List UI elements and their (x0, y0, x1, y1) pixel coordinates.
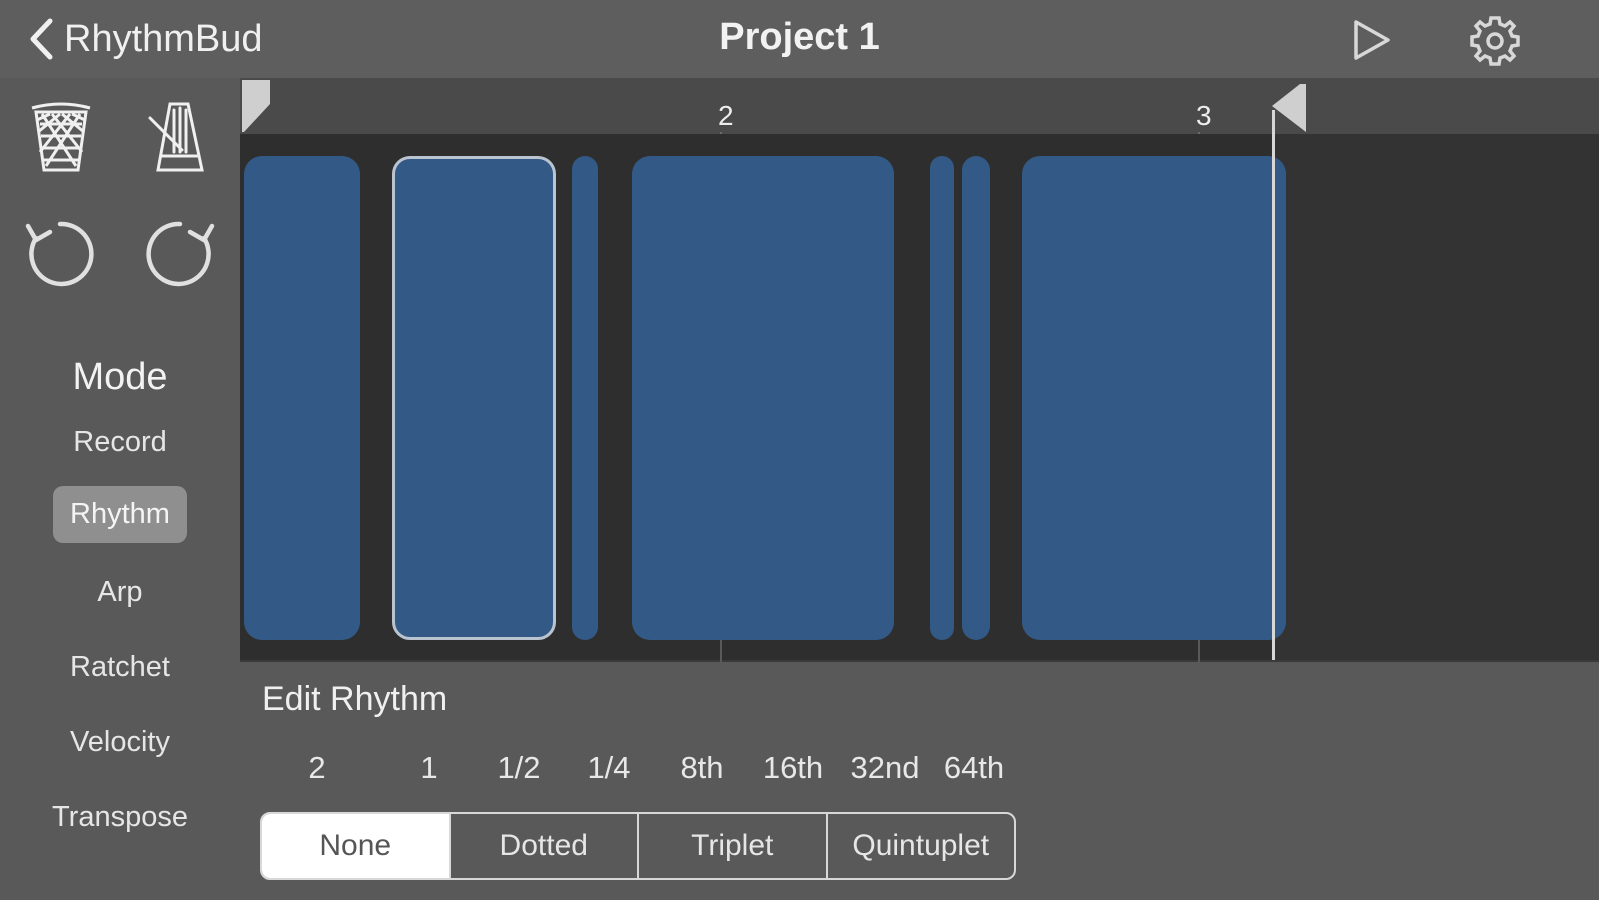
redo-button[interactable] (140, 216, 218, 297)
top-navigation-bar: RhythmBud Project 1 (0, 0, 1599, 78)
rhythm-note[interactable] (244, 156, 360, 640)
duration-half[interactable]: 1/2 (494, 750, 544, 786)
bar-grid-line (1198, 640, 1200, 662)
mode-rhythm[interactable]: Rhythm (0, 486, 240, 543)
trash-icon (31, 102, 91, 172)
gear-icon (1470, 16, 1520, 66)
rhythm-note[interactable] (930, 156, 954, 640)
loop-start-marker[interactable] (240, 78, 274, 136)
mode-rhythm-label: Rhythm (53, 486, 187, 543)
sidebar: Mode Record Rhythm Arp Ratchet Velocity … (0, 78, 240, 900)
play-icon (1354, 20, 1390, 60)
loop-end-marker[interactable] (1268, 82, 1308, 136)
settings-button[interactable] (1468, 14, 1522, 68)
metronome-button[interactable] (148, 100, 210, 179)
play-button[interactable] (1350, 18, 1394, 62)
bar-label-2: 2 (718, 100, 734, 131)
mode-arp[interactable]: Arp (0, 576, 240, 609)
duration-32nd[interactable]: 32nd (846, 750, 924, 786)
tuplet-segmented-control: None Dotted Triplet Quintuplet (260, 812, 1016, 880)
duration-64th[interactable]: 64th (938, 750, 1010, 786)
duration-2[interactable]: 2 (302, 750, 332, 786)
timeline-ruler[interactable]: 2 3 (240, 78, 1599, 142)
rhythm-note[interactable] (632, 156, 894, 640)
mode-transpose[interactable]: Transpose (0, 801, 240, 834)
mode-title: Mode (72, 356, 168, 398)
metronome-icon (148, 102, 204, 172)
duration-8th[interactable]: 8th (672, 750, 732, 786)
undo-button[interactable] (22, 216, 100, 297)
rhythm-note-selected[interactable] (392, 156, 556, 640)
clear-button[interactable] (30, 100, 92, 179)
mode-ratchet[interactable]: Ratchet (0, 651, 240, 684)
modifier-dotted[interactable]: Dotted (448, 814, 638, 878)
mode-velocity[interactable]: Velocity (0, 726, 240, 759)
rhythm-note[interactable] (1022, 156, 1286, 640)
duration-1[interactable]: 1 (414, 750, 444, 786)
mode-record[interactable]: Record (0, 426, 240, 459)
bar-label-3: 3 (1196, 100, 1212, 131)
undo-icon (25, 221, 94, 287)
modifier-quintuplet[interactable]: Quintuplet (825, 814, 1015, 878)
edit-rhythm-title: Edit Rhythm (262, 680, 448, 718)
duration-16th[interactable]: 16th (758, 750, 828, 786)
redo-icon (146, 221, 215, 287)
rhythm-note[interactable] (572, 156, 598, 640)
modifier-none[interactable]: None (262, 814, 449, 878)
modifier-triplet[interactable]: Triplet (637, 814, 826, 878)
duration-quarter[interactable]: 1/4 (584, 750, 634, 786)
track-outside-loop (1274, 134, 1599, 660)
bar-grid-line (720, 640, 722, 662)
rhythm-note[interactable] (962, 156, 990, 640)
loop-end-line (1272, 110, 1275, 660)
